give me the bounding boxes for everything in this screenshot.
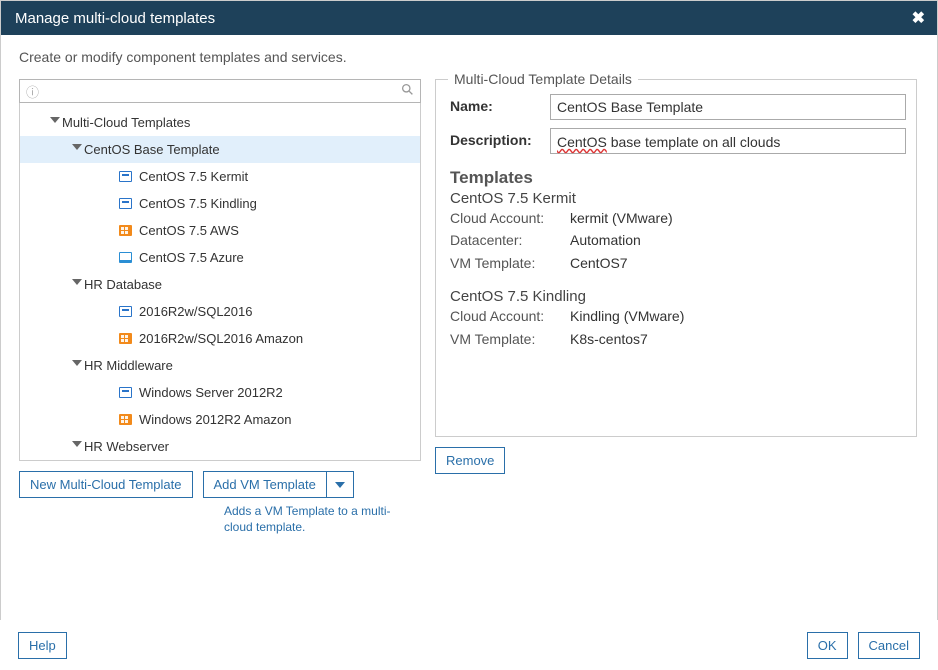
- expand-icon[interactable]: [70, 439, 84, 452]
- tree-label: 2016R2w/SQL2016: [139, 304, 252, 319]
- tree-leaf[interactable]: Windows Server 2012R2: [20, 379, 420, 406]
- add-vm-template-hint: Adds a VM Template to a multi-cloud temp…: [224, 504, 404, 535]
- detail-value: kermit (VMware): [570, 207, 673, 229]
- tree-leaf[interactable]: CentOS 7.5 Azure: [20, 244, 420, 271]
- chevron-down-icon: [335, 482, 345, 488]
- search-icon[interactable]: [401, 83, 414, 99]
- tree-group[interactable]: Multi-Cloud Templates: [20, 109, 420, 136]
- detail-key: Cloud Account:: [450, 207, 570, 229]
- name-label: Name:: [450, 94, 550, 114]
- tree-label: 2016R2w/SQL2016 Amazon: [139, 331, 303, 346]
- new-multi-cloud-template-button[interactable]: New Multi-Cloud Template: [19, 471, 193, 498]
- template-tree[interactable]: Multi-Cloud Templates CentOS Base Templat…: [19, 103, 421, 461]
- tree-label: CentOS 7.5 AWS: [139, 223, 239, 238]
- detail-value: CentOS7: [570, 252, 628, 274]
- tree-leaf[interactable]: CentOS 7.5 Kindling: [20, 190, 420, 217]
- tree-label: Multi-Cloud Templates: [62, 115, 190, 130]
- remove-button[interactable]: Remove: [435, 447, 505, 474]
- search-box[interactable]: ⓘ: [19, 79, 421, 103]
- tree-leaf[interactable]: 2016R2w/SQL2016: [20, 298, 420, 325]
- detail-row: Cloud Account:kermit (VMware): [450, 207, 902, 229]
- tree-group[interactable]: CentOS Base Template: [20, 136, 420, 163]
- template-details-panel: Multi-Cloud Template Details Name: Descr…: [435, 79, 917, 437]
- info-icon: ⓘ: [26, 82, 39, 101]
- blue-template-icon: [117, 197, 133, 211]
- cancel-button[interactable]: Cancel: [858, 632, 920, 659]
- blue-template-icon: [117, 386, 133, 400]
- help-button[interactable]: Help: [18, 632, 67, 659]
- template-block: CentOS 7.5 KindlingCloud Account:Kindlin…: [450, 288, 902, 350]
- detail-key: VM Template:: [450, 328, 570, 350]
- tree-label: CentOS 7.5 Kermit: [139, 169, 248, 184]
- detail-row: Cloud Account:Kindling (VMware): [450, 305, 902, 327]
- detail-key: VM Template:: [450, 252, 570, 274]
- dialog-subtitle: Create or modify component templates and…: [19, 49, 919, 65]
- tree-leaf[interactable]: Windows 2012R2 Amazon: [20, 406, 420, 433]
- add-vm-template-dropdown[interactable]: [326, 471, 354, 498]
- azure-template-icon: [117, 251, 133, 265]
- detail-row: VM Template:K8s-centos7: [450, 328, 902, 350]
- description-input[interactable]: CentOS base template on all clouds: [550, 128, 906, 154]
- tree-label: HR Webserver: [84, 439, 169, 454]
- tree-label: CentOS 7.5 Kindling: [139, 196, 257, 211]
- tree-leaf[interactable]: 2016R2w/SQL2016 Amazon: [20, 325, 420, 352]
- detail-value: Kindling (VMware): [570, 305, 684, 327]
- expand-icon[interactable]: [70, 358, 84, 371]
- blue-template-icon: [117, 170, 133, 184]
- expand-icon[interactable]: [70, 277, 84, 290]
- template-name: CentOS 7.5 Kindling: [450, 288, 902, 305]
- tree-group[interactable]: HR Middleware: [20, 352, 420, 379]
- details-legend: Multi-Cloud Template Details: [448, 71, 638, 87]
- tree-leaf[interactable]: CentOS 7.5 AWS: [20, 217, 420, 244]
- add-vm-template-splitbutton[interactable]: Add VM Template: [203, 471, 354, 498]
- tree-group[interactable]: HR Webserver: [20, 433, 420, 460]
- dialog-footer: Help OK Cancel: [0, 620, 938, 670]
- tree-label: CentOS Base Template: [84, 142, 220, 157]
- search-input[interactable]: [43, 84, 401, 99]
- detail-key: Datacenter:: [450, 229, 570, 251]
- template-name: CentOS 7.5 Kermit: [450, 190, 902, 207]
- templates-heading: Templates: [450, 168, 902, 188]
- orange-template-icon: [117, 413, 133, 427]
- tree-label: Windows 2012R2 Amazon: [139, 412, 291, 427]
- detail-value: Automation: [570, 229, 641, 251]
- orange-template-icon: [117, 332, 133, 346]
- tree-label: Windows Server 2012R2: [139, 385, 283, 400]
- expand-icon[interactable]: [48, 115, 62, 128]
- close-icon[interactable]: ✖: [912, 8, 925, 28]
- description-label: Description:: [450, 128, 550, 148]
- templates-detail-scroll[interactable]: Templates CentOS 7.5 KermitCloud Account…: [450, 168, 906, 426]
- tree-leaf[interactable]: CentOS 7.5 Kermit: [20, 163, 420, 190]
- add-vm-template-button[interactable]: Add VM Template: [203, 471, 326, 498]
- orange-template-icon: [117, 224, 133, 238]
- name-input[interactable]: [550, 94, 906, 120]
- detail-value: K8s-centos7: [570, 328, 648, 350]
- ok-button[interactable]: OK: [807, 632, 848, 659]
- tree-label: HR Middleware: [84, 358, 173, 373]
- detail-key: Cloud Account:: [450, 305, 570, 327]
- blue-template-icon: [117, 305, 133, 319]
- dialog-title: Manage multi-cloud templates: [15, 10, 215, 27]
- tree-label: CentOS 7.5 Azure: [139, 250, 244, 265]
- expand-icon[interactable]: [70, 142, 84, 155]
- tree-label: HR Database: [84, 277, 162, 292]
- template-block: CentOS 7.5 KermitCloud Account:kermit (V…: [450, 190, 902, 274]
- tree-group[interactable]: HR Database: [20, 271, 420, 298]
- detail-row: Datacenter:Automation: [450, 229, 902, 251]
- detail-row: VM Template:CentOS7: [450, 252, 902, 274]
- dialog-titlebar: Manage multi-cloud templates ✖: [1, 1, 937, 35]
